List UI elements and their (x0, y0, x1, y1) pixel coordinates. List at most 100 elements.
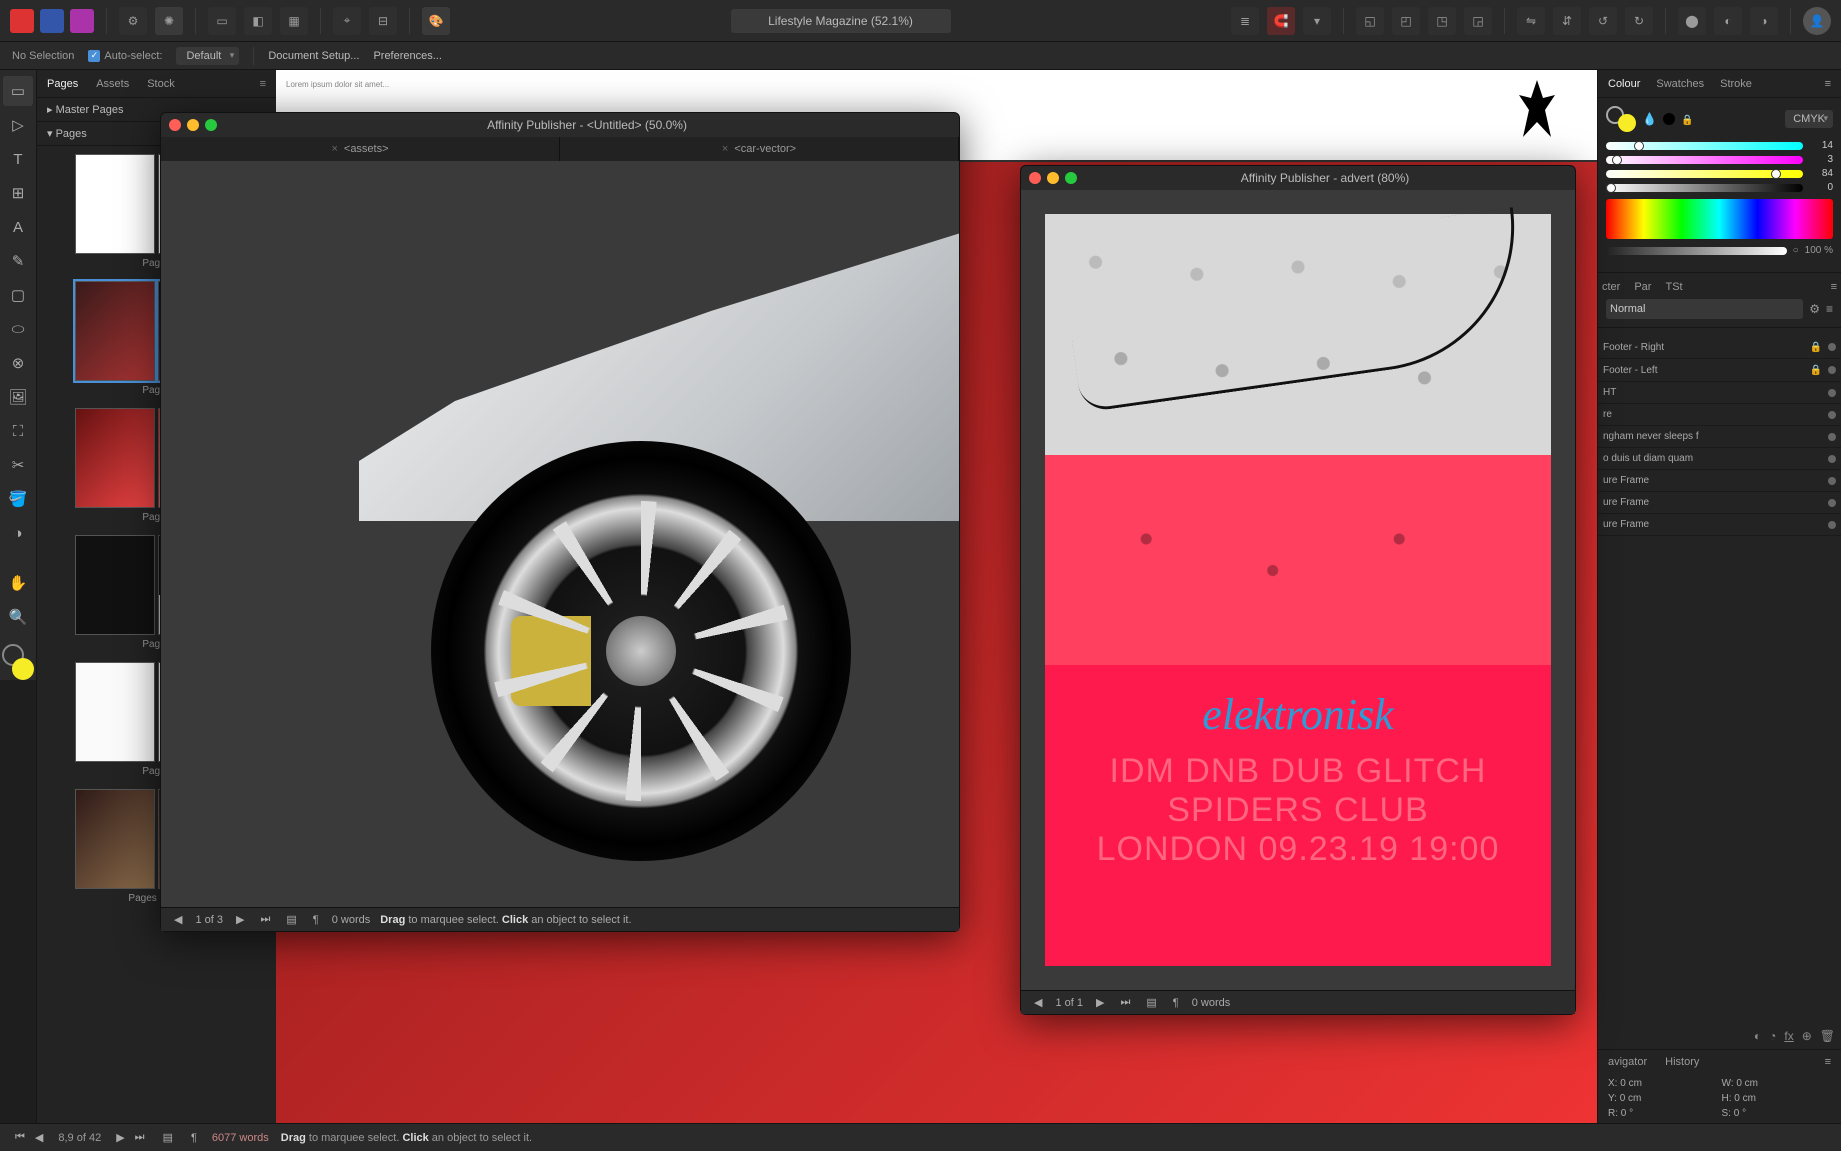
adjustment-icon[interactable]: ◔ (1769, 1029, 1776, 1043)
colour-model-dropdown[interactable]: CMYK (1785, 110, 1833, 128)
document-setup-button[interactable]: Document Setup... (268, 50, 359, 62)
layer-row[interactable]: re (1598, 404, 1841, 426)
close-icon[interactable] (1029, 172, 1041, 184)
rotate-cw-icon[interactable]: ↻ (1625, 7, 1653, 35)
tab-swatches[interactable]: Swatches (1656, 78, 1704, 90)
transform-x[interactable]: X: 0 cm (1608, 1078, 1718, 1089)
tab-colour[interactable]: Colour (1608, 78, 1640, 90)
prev-page-icon[interactable]: ◀ (32, 1131, 46, 1144)
ellipse-tool-icon[interactable]: ⬭ (3, 314, 33, 344)
prev-page-icon[interactable]: ◀ (171, 913, 185, 926)
tab-navigator[interactable]: avigator (1608, 1056, 1647, 1068)
zoom-icon[interactable] (205, 119, 217, 131)
last-page-icon[interactable]: ⏭ (132, 1131, 148, 1144)
boolean-add-icon[interactable]: ⬤ (1678, 7, 1706, 35)
layer-row[interactable]: HT (1598, 382, 1841, 404)
fx-button[interactable]: fx (1784, 1029, 1793, 1043)
boolean-int-icon[interactable]: ◑ (1750, 7, 1778, 35)
window-titlebar[interactable]: Affinity Publisher - <Untitled> (50.0%) (161, 113, 959, 137)
minimize-icon[interactable] (1047, 172, 1059, 184)
snap-magnet-icon[interactable]: 🧲 (1267, 7, 1295, 35)
special-chars-icon[interactable]: ¶ (310, 914, 322, 926)
preflight-icon[interactable]: 🎨 (422, 7, 450, 35)
rectangle-tool-icon[interactable]: ▢ (3, 280, 33, 310)
transform-r[interactable]: R: 0 ° (1608, 1108, 1718, 1119)
clip-canvas-icon[interactable]: ◧ (244, 7, 272, 35)
panel-menu-icon[interactable]: ≡ (1825, 78, 1831, 90)
snap-options-icon[interactable]: ▾ (1303, 7, 1331, 35)
align-left-icon[interactable]: ≣ (1231, 7, 1259, 35)
flip-h-icon[interactable]: ⇋ (1517, 7, 1545, 35)
recent-colour-swatch[interactable] (1663, 113, 1675, 125)
window-titlebar[interactable]: Affinity Publisher - advert (80%) (1021, 166, 1575, 190)
rotate-ccw-icon[interactable]: ↺ (1589, 7, 1617, 35)
tab-history[interactable]: History (1665, 1056, 1699, 1068)
layer-row[interactable]: Footer - Left (1598, 359, 1841, 382)
pen-tool-icon[interactable]: ✎ (3, 246, 33, 276)
next-page-icon[interactable]: ▶ (233, 913, 247, 926)
select-layer-dropdown[interactable]: Default (176, 47, 239, 65)
photo-persona-icon[interactable] (70, 9, 94, 33)
special-chars-icon[interactable]: ¶ (188, 1132, 200, 1144)
lock-icon[interactable] (1681, 112, 1693, 126)
add-layer-icon[interactable]: ⊕ (1802, 1029, 1812, 1043)
picture-frame-tool-icon[interactable]: 🖼 (3, 382, 33, 412)
color-wells[interactable] (2, 644, 34, 680)
publisher-persona-icon[interactable] (10, 9, 34, 33)
preferences-icon[interactable]: ✺ (155, 7, 183, 35)
layer-row[interactable]: ure Frame (1598, 492, 1841, 514)
special-chars-icon[interactable]: ¶ (1170, 997, 1182, 1009)
preview-mode-icon[interactable]: ▭ (208, 7, 236, 35)
eyedropper-icon[interactable]: 💧 (1642, 112, 1657, 126)
layer-row[interactable]: ure Frame (1598, 514, 1841, 536)
tab-stock[interactable]: Stock (147, 78, 175, 90)
panel-menu-icon[interactable]: ≡ (1825, 1056, 1831, 1068)
flip-v-icon[interactable]: ⇵ (1553, 7, 1581, 35)
baseline-grid-icon[interactable]: ▦ (280, 7, 308, 35)
arrange-forward-icon[interactable]: ◳ (1428, 7, 1456, 35)
tab-character[interactable]: cter (1602, 281, 1620, 293)
table-tool-icon[interactable]: ⊞ (3, 178, 33, 208)
text-style-dropdown[interactable]: Normal (1606, 299, 1803, 319)
black-slider[interactable] (1606, 184, 1803, 192)
snapping-icon[interactable]: ⌖ (333, 7, 361, 35)
opacity-slider[interactable] (1606, 247, 1787, 255)
doc-tab[interactable]: ×<car-vector> (560, 137, 959, 161)
minimize-icon[interactable] (187, 119, 199, 131)
tab-stroke[interactable]: Stroke (1720, 78, 1752, 90)
toggle-ui-icon[interactable]: ⊟ (369, 7, 397, 35)
close-icon[interactable] (169, 119, 181, 131)
fill-tool-icon[interactable]: 🪣 (3, 484, 33, 514)
prev-page-icon[interactable]: ◀ (1031, 996, 1045, 1009)
arrange-back-icon[interactable]: ◱ (1356, 7, 1384, 35)
gear-icon[interactable]: ⚙ (1809, 302, 1820, 316)
last-page-icon[interactable]: ⏭ (257, 913, 273, 926)
close-tab-icon[interactable]: × (331, 143, 337, 155)
boolean-sub-icon[interactable]: ◐ (1714, 7, 1742, 35)
transform-w[interactable]: W: 0 cm (1722, 1078, 1832, 1089)
panel-menu-icon[interactable]: ≡ (1831, 281, 1837, 293)
page-list-icon[interactable]: ▤ (160, 1131, 176, 1144)
transform-s[interactable]: S: 0 ° (1722, 1108, 1832, 1119)
document-canvas[interactable] (161, 161, 959, 907)
vector-crop-tool-icon[interactable]: ✂ (3, 450, 33, 480)
frame-text-tool-icon[interactable]: T (3, 144, 33, 174)
transform-h[interactable]: H: 0 cm (1722, 1093, 1832, 1104)
tab-assets[interactable]: Assets (96, 78, 129, 90)
next-page-icon[interactable]: ▶ (1093, 996, 1107, 1009)
hand-tool-icon[interactable]: ✋ (3, 568, 33, 598)
place-image-tool-icon[interactable]: ⛶ (3, 416, 33, 446)
zoom-icon[interactable] (1065, 172, 1077, 184)
move-tool-icon[interactable]: ▭ (3, 76, 33, 106)
layer-row[interactable]: o duis ut diam quam (1598, 448, 1841, 470)
layer-row[interactable]: Footer - Right (1598, 336, 1841, 359)
tab-paragraph[interactable]: Par (1634, 281, 1651, 293)
yellow-slider[interactable] (1606, 170, 1803, 178)
node-tool-icon[interactable]: ▷ (3, 110, 33, 140)
transparency-tool-icon[interactable]: ◑ (3, 518, 33, 548)
close-tab-icon[interactable]: × (722, 143, 728, 155)
auto-select-checkbox[interactable]: ✓ Auto-select: (88, 50, 162, 62)
next-page-icon[interactable]: ▶ (113, 1131, 127, 1144)
delete-layer-icon[interactable]: 🗑 (1820, 1029, 1835, 1043)
magenta-slider[interactable] (1606, 156, 1803, 164)
